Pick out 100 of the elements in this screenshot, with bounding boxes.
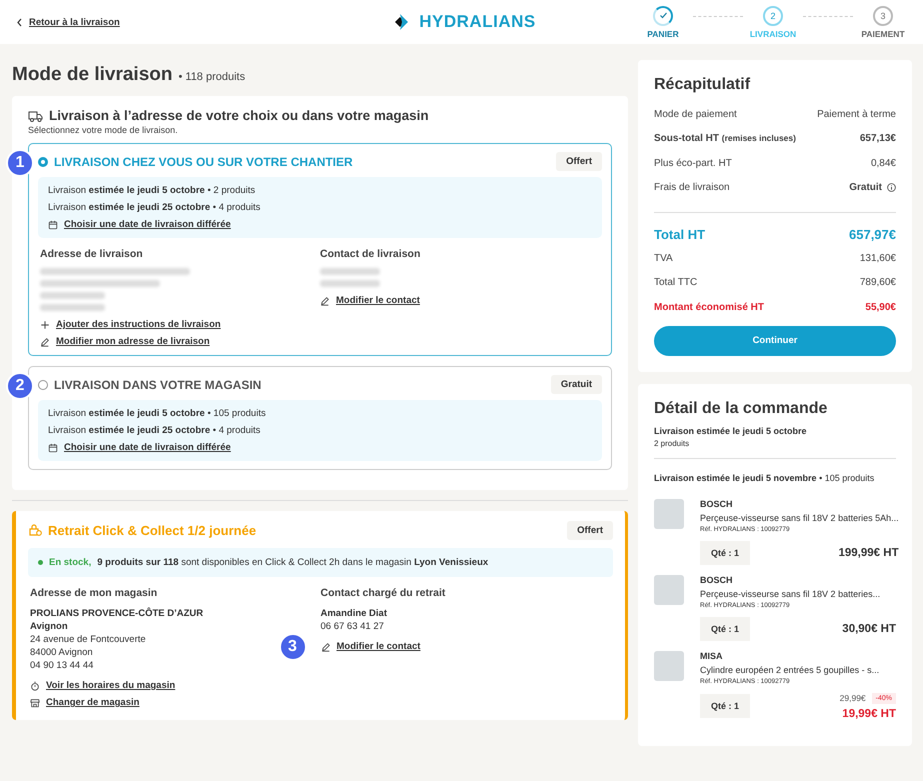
product-name: Perçeuse-visseurse sans fil 18V 2 batteries 5Ah...: [700, 512, 899, 522]
pencil-icon: [320, 296, 330, 306]
blurred-text: [320, 280, 380, 287]
summary-label: Frais de livraison: [654, 182, 730, 194]
option-title: LIVRAISON DANS VOTRE MAGASIN: [54, 378, 262, 392]
section-subheading: Sélectionnez votre mode de livraison.: [28, 125, 179, 135]
delivery-option[interactable]: [28, 143, 612, 356]
contact-name: Amandine Diat: [320, 607, 388, 620]
delivery-group-count: 2 produits: [654, 438, 690, 448]
back-link[interactable]: Retour à la livraison: [16, 16, 394, 28]
summary-label: Montant économisé HT: [654, 302, 764, 313]
date-link[interactable]: Choisir une date de livraison différée: [64, 442, 231, 453]
store-address-line: 04 90 13 44 44: [30, 659, 94, 672]
step-marker: 1: [6, 149, 34, 177]
delivery-group-title: Livraison estimée le jeudi 5 novembre • 105 produits: [654, 472, 876, 482]
store-icon: [30, 698, 40, 708]
check-icon: [658, 11, 668, 20]
summary-value: 789,60€: [860, 277, 896, 288]
info-icon: [887, 183, 896, 192]
contact-title: Contact de livraison: [320, 248, 422, 260]
pencil-icon: [40, 336, 50, 346]
price-tag: Offert: [567, 521, 613, 540]
summary-value: 657,13€: [860, 133, 896, 144]
product-price: 199,99€ HT: [838, 546, 899, 558]
address-link[interactable]: Modifier mon adresse de livraison: [56, 336, 210, 347]
summary-label: Plus éco-part. HT: [654, 158, 732, 169]
step-label: PANIER: [647, 28, 679, 38]
delivery-estimate: Livraison estimée le jeudi 5 octobre • 2 produits: [48, 185, 256, 196]
option-title: LIVRAISON CHEZ VOUS OU SUR VOTRE CHANTIER: [54, 154, 354, 168]
blurred-text: [40, 304, 105, 311]
order-title: Détail de la commande: [654, 400, 828, 418]
summary-value: 131,60€: [860, 252, 896, 264]
address-title: Adresse de livraison: [40, 248, 144, 260]
product-brand: BOSCH: [700, 574, 734, 584]
chevron-left-icon: [16, 18, 23, 26]
page-title: Mode de livraison: [12, 64, 172, 86]
stopwatch-icon: [30, 680, 40, 690]
product-brand: BOSCH: [700, 498, 734, 508]
store-pickup-icon: [28, 524, 42, 537]
summary-value: 0,84€: [870, 158, 896, 169]
step-marker: 2: [6, 372, 34, 400]
store-address-line: 84000 Avignon: [30, 646, 93, 659]
blurred-text: [320, 268, 380, 275]
step-label: LIVRAISON: [750, 28, 796, 38]
photo-placeholder: [654, 650, 684, 680]
stock-status: En stock,: [49, 557, 92, 568]
price-tag: Gratuit: [550, 375, 602, 394]
photo-placeholder: [654, 498, 684, 528]
summary-label: Sous-total HT (remises incluses): [654, 133, 796, 144]
summary-value: Paiement à terme: [817, 108, 896, 120]
step-number: 3: [880, 10, 886, 20]
radio-button[interactable]: [38, 380, 48, 390]
section-heading: Livraison à l’adresse de votre choix ou dans votre magasin: [49, 108, 429, 123]
old-price: 29,99€: [840, 693, 866, 703]
edit-contact-link[interactable]: Modifier le contact: [336, 295, 420, 306]
product-name: Cylindre européen 2 entrées 5 goupilles - s...: [700, 664, 880, 674]
step-number: 2: [770, 10, 776, 20]
delivery-group-title: Livraison estimée le jeudi 5 octobre: [654, 426, 808, 436]
product-name: Perçeuse-visseurse sans fil 18V 2 batteries...: [700, 588, 882, 598]
calendar-icon: [48, 220, 58, 230]
quantity-button[interactable]: Qté : 1: [700, 694, 750, 718]
store-name: PROLIANS PROVENCE-CÔTE D’AZUR: [30, 607, 204, 620]
status-dot: [38, 560, 43, 565]
delivery-estimate: Livraison estimée le jeudi 25 octobre • 4 produits: [48, 425, 262, 436]
quantity-button[interactable]: Qté : 1: [700, 540, 750, 564]
step-marker: 3: [278, 633, 306, 661]
summary-label: Total HT: [654, 227, 706, 242]
radio-button[interactable]: [38, 156, 48, 166]
product-price: 30,90€ HT: [842, 622, 896, 634]
product-price: 19,99€ HT: [842, 708, 896, 720]
contact-phone: 06 67 63 41 27: [320, 620, 384, 633]
summary-value: 55,90€: [865, 302, 896, 313]
store-address-line: 24 avenue de Fontcouverte: [30, 633, 146, 646]
logo-text: HYDRALIANS: [419, 12, 536, 32]
summary-title: Récapitulatif: [654, 76, 752, 94]
address-link[interactable]: Ajouter des instructions de livraison: [56, 319, 221, 330]
store-city: Avignon: [30, 620, 68, 633]
price-tag: Offert: [556, 152, 602, 171]
pencil-icon: [320, 642, 330, 652]
step-label: PAIEMENT: [861, 28, 905, 38]
date-link[interactable]: Choisir une date de livraison différée: [64, 219, 231, 230]
photo-placeholder: [654, 574, 684, 604]
click-collect-title: Retrait Click & Collect 1/2 journée: [48, 523, 258, 538]
blurred-text: [40, 292, 105, 299]
delivery-option[interactable]: LIVRAISON DANS VOTRE MAGASIN Gratuit Livraison estimée le jeudi 5 octobre • 105 produits Livraison estimée le jeudi 25 octobre • 4 produits Choisir une date de livraison différée: [28, 366, 612, 470]
quantity-button[interactable]: Qté : 1: [700, 616, 750, 640]
delivery-estimate: Livraison estimée le jeudi 25 octobre • 4 produits: [48, 202, 262, 213]
summary-label: Total TTC: [654, 277, 698, 288]
product-count: • 118 produits: [178, 71, 246, 83]
summary-label: TVA: [654, 252, 673, 264]
stock-message: 9 produits sur 118 sont disponibles en Click & Collect 2h dans le magasin Lyon Venissieux: [97, 557, 488, 568]
store-link[interactable]: Voir les horaires du magasin: [46, 680, 176, 691]
summary-value: 657,97€: [849, 227, 896, 242]
summary-value: Gratuit: [849, 182, 882, 194]
calendar-icon: [48, 442, 58, 452]
summary-label: Mode de paiement: [654, 108, 737, 120]
product-brand: MISA: [700, 650, 724, 660]
edit-contact-link[interactable]: Modifier le contact: [336, 641, 420, 652]
store-address-title: Adresse de mon magasin: [30, 587, 158, 599]
store-link[interactable]: Changer de magasin: [46, 697, 140, 708]
